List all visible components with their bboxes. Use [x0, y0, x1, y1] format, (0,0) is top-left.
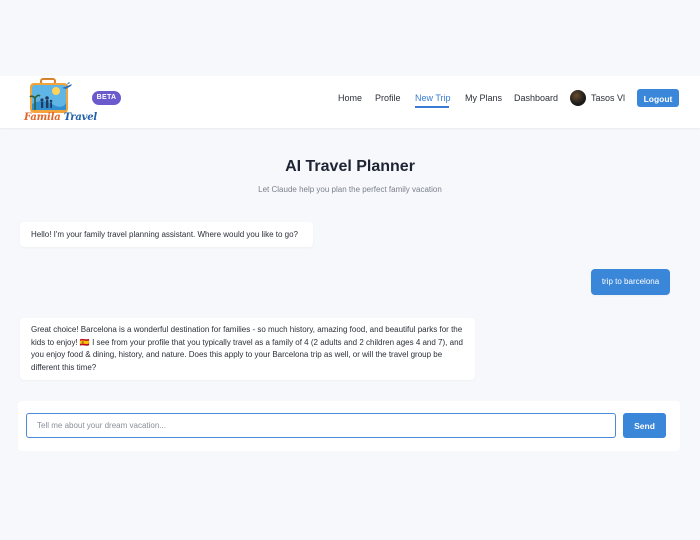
- assistant-message: Hello! I'm your family travel planning a…: [20, 222, 313, 247]
- nav-active-indicator: [415, 106, 449, 108]
- user-message: trip to barcelona: [591, 269, 670, 295]
- user-avatar[interactable]: [570, 90, 586, 106]
- nav-profile[interactable]: Profile: [375, 93, 401, 103]
- brand-word-2: Travel: [63, 112, 98, 123]
- nav-new-trip[interactable]: New Trip: [415, 93, 451, 103]
- user-name[interactable]: Tasos Vl: [591, 93, 625, 103]
- navbar: Famila Travel BETA Home Profile New Trip…: [0, 76, 700, 128]
- send-button[interactable]: Send: [623, 413, 666, 438]
- page-subtitle: Let Claude help you plan the perfect fam…: [258, 185, 442, 194]
- brand-wordmark: Famila Travel: [24, 112, 97, 123]
- nav-dashboard[interactable]: Dashboard: [514, 93, 558, 103]
- assistant-message: Great choice! Barcelona is a wonderful d…: [20, 318, 475, 380]
- page-title: AI Travel Planner: [285, 158, 415, 175]
- nav-my-plans[interactable]: My Plans: [465, 93, 502, 103]
- brand-word-1: Famila: [24, 112, 61, 123]
- page-top-background: [0, 0, 700, 76]
- chat-input[interactable]: [26, 413, 616, 438]
- nav-home[interactable]: Home: [338, 93, 362, 103]
- beta-badge: BETA: [92, 91, 121, 105]
- chat-input-bar: Send: [18, 401, 680, 451]
- logout-button[interactable]: Logout: [637, 89, 679, 107]
